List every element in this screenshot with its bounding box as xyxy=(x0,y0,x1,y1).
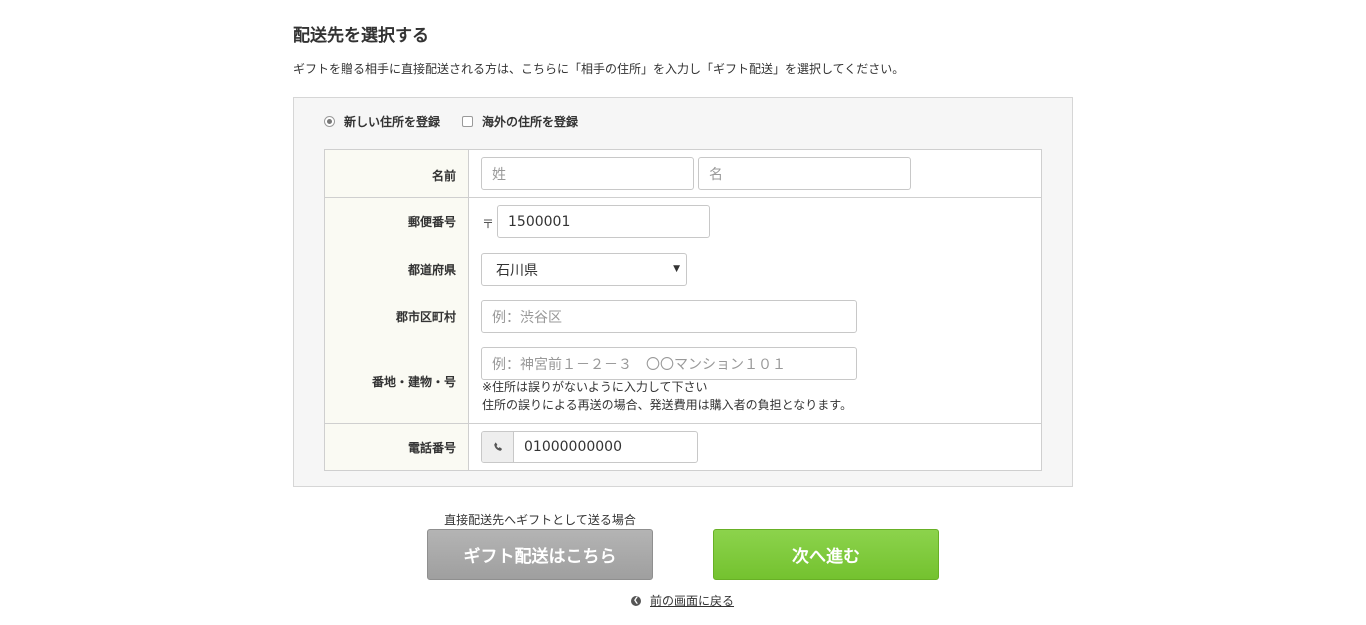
city-input[interactable]: 例：渋谷区 xyxy=(481,300,857,333)
street-input[interactable]: 例：神宮前１－２－３ 〇〇マンション１０１ xyxy=(481,347,857,380)
next-button[interactable]: 次へ進む xyxy=(713,529,939,580)
triangle-down-icon: ▼ xyxy=(673,264,680,274)
phone-label: 電話番号 xyxy=(407,441,456,455)
page-title: 配送先を選択する xyxy=(293,26,429,46)
phone-input[interactable]: 01000000000 xyxy=(514,432,697,462)
postal-label: 郵便番号 xyxy=(407,215,456,229)
name-row: 名前 姓 名 xyxy=(325,150,1041,198)
chevron-left-circle-icon: ❮ xyxy=(631,595,641,606)
address-form: 名前 姓 名 郵便番号 都道府県 郡市区町村 番地・建物・号 〒 1500001… xyxy=(324,149,1042,471)
street-label: 番地・建物・号 xyxy=(371,375,456,389)
address-note-2: 住所の誤りによる再送の場合、発送費用は購入者の負担となります。 xyxy=(482,398,853,412)
overseas-address-label: 海外の住所を登録 xyxy=(482,115,579,129)
phone-input-group[interactable]: 01000000000 xyxy=(481,431,698,463)
new-address-option[interactable]: 新しい住所を登録 xyxy=(324,113,440,130)
address-row: 郵便番号 都道府県 郡市区町村 番地・建物・号 〒 1500001 石川県 ▼ … xyxy=(325,198,1041,424)
address-type-options: 新しい住所を登録 海外の住所を登録 xyxy=(324,113,600,130)
prefecture-label: 都道府県 xyxy=(407,263,456,277)
first-name-input[interactable]: 名 xyxy=(698,157,911,190)
last-name-input[interactable]: 姓 xyxy=(481,157,694,190)
back-link[interactable]: ❮ 前の画面に戻る xyxy=(631,592,734,609)
new-address-label: 新しい住所を登録 xyxy=(344,115,441,129)
page-description: ギフトを贈る相手に直接配送される方は、こちらに「相手の住所」を入力し「ギフト配送… xyxy=(293,62,905,76)
postal-mark-icon: 〒 xyxy=(482,217,495,231)
gift-caption: 直接配送先へギフトとして送る場合 xyxy=(444,513,636,527)
gift-delivery-button[interactable]: ギフト配送はこちら xyxy=(427,529,653,580)
postal-code-input[interactable]: 1500001 xyxy=(497,205,710,238)
overseas-address-option[interactable]: 海外の住所を登録 xyxy=(462,113,578,130)
new-address-radio[interactable] xyxy=(324,116,335,127)
address-panel: 新しい住所を登録 海外の住所を登録 名前 姓 名 郵便番号 都道府県 郡市区町村… xyxy=(293,97,1073,487)
city-label: 郡市区町村 xyxy=(395,310,456,324)
phone-icon xyxy=(482,432,514,462)
back-link-text[interactable]: 前の画面に戻る xyxy=(650,592,734,609)
phone-row: 電話番号 01000000000 xyxy=(325,424,1041,470)
prefecture-select[interactable]: 石川県 ▼ xyxy=(481,253,687,286)
address-note-1: ※住所は誤りがないように入力して下さい xyxy=(482,380,708,394)
overseas-address-checkbox[interactable] xyxy=(462,116,474,127)
name-label: 名前 xyxy=(431,169,456,183)
